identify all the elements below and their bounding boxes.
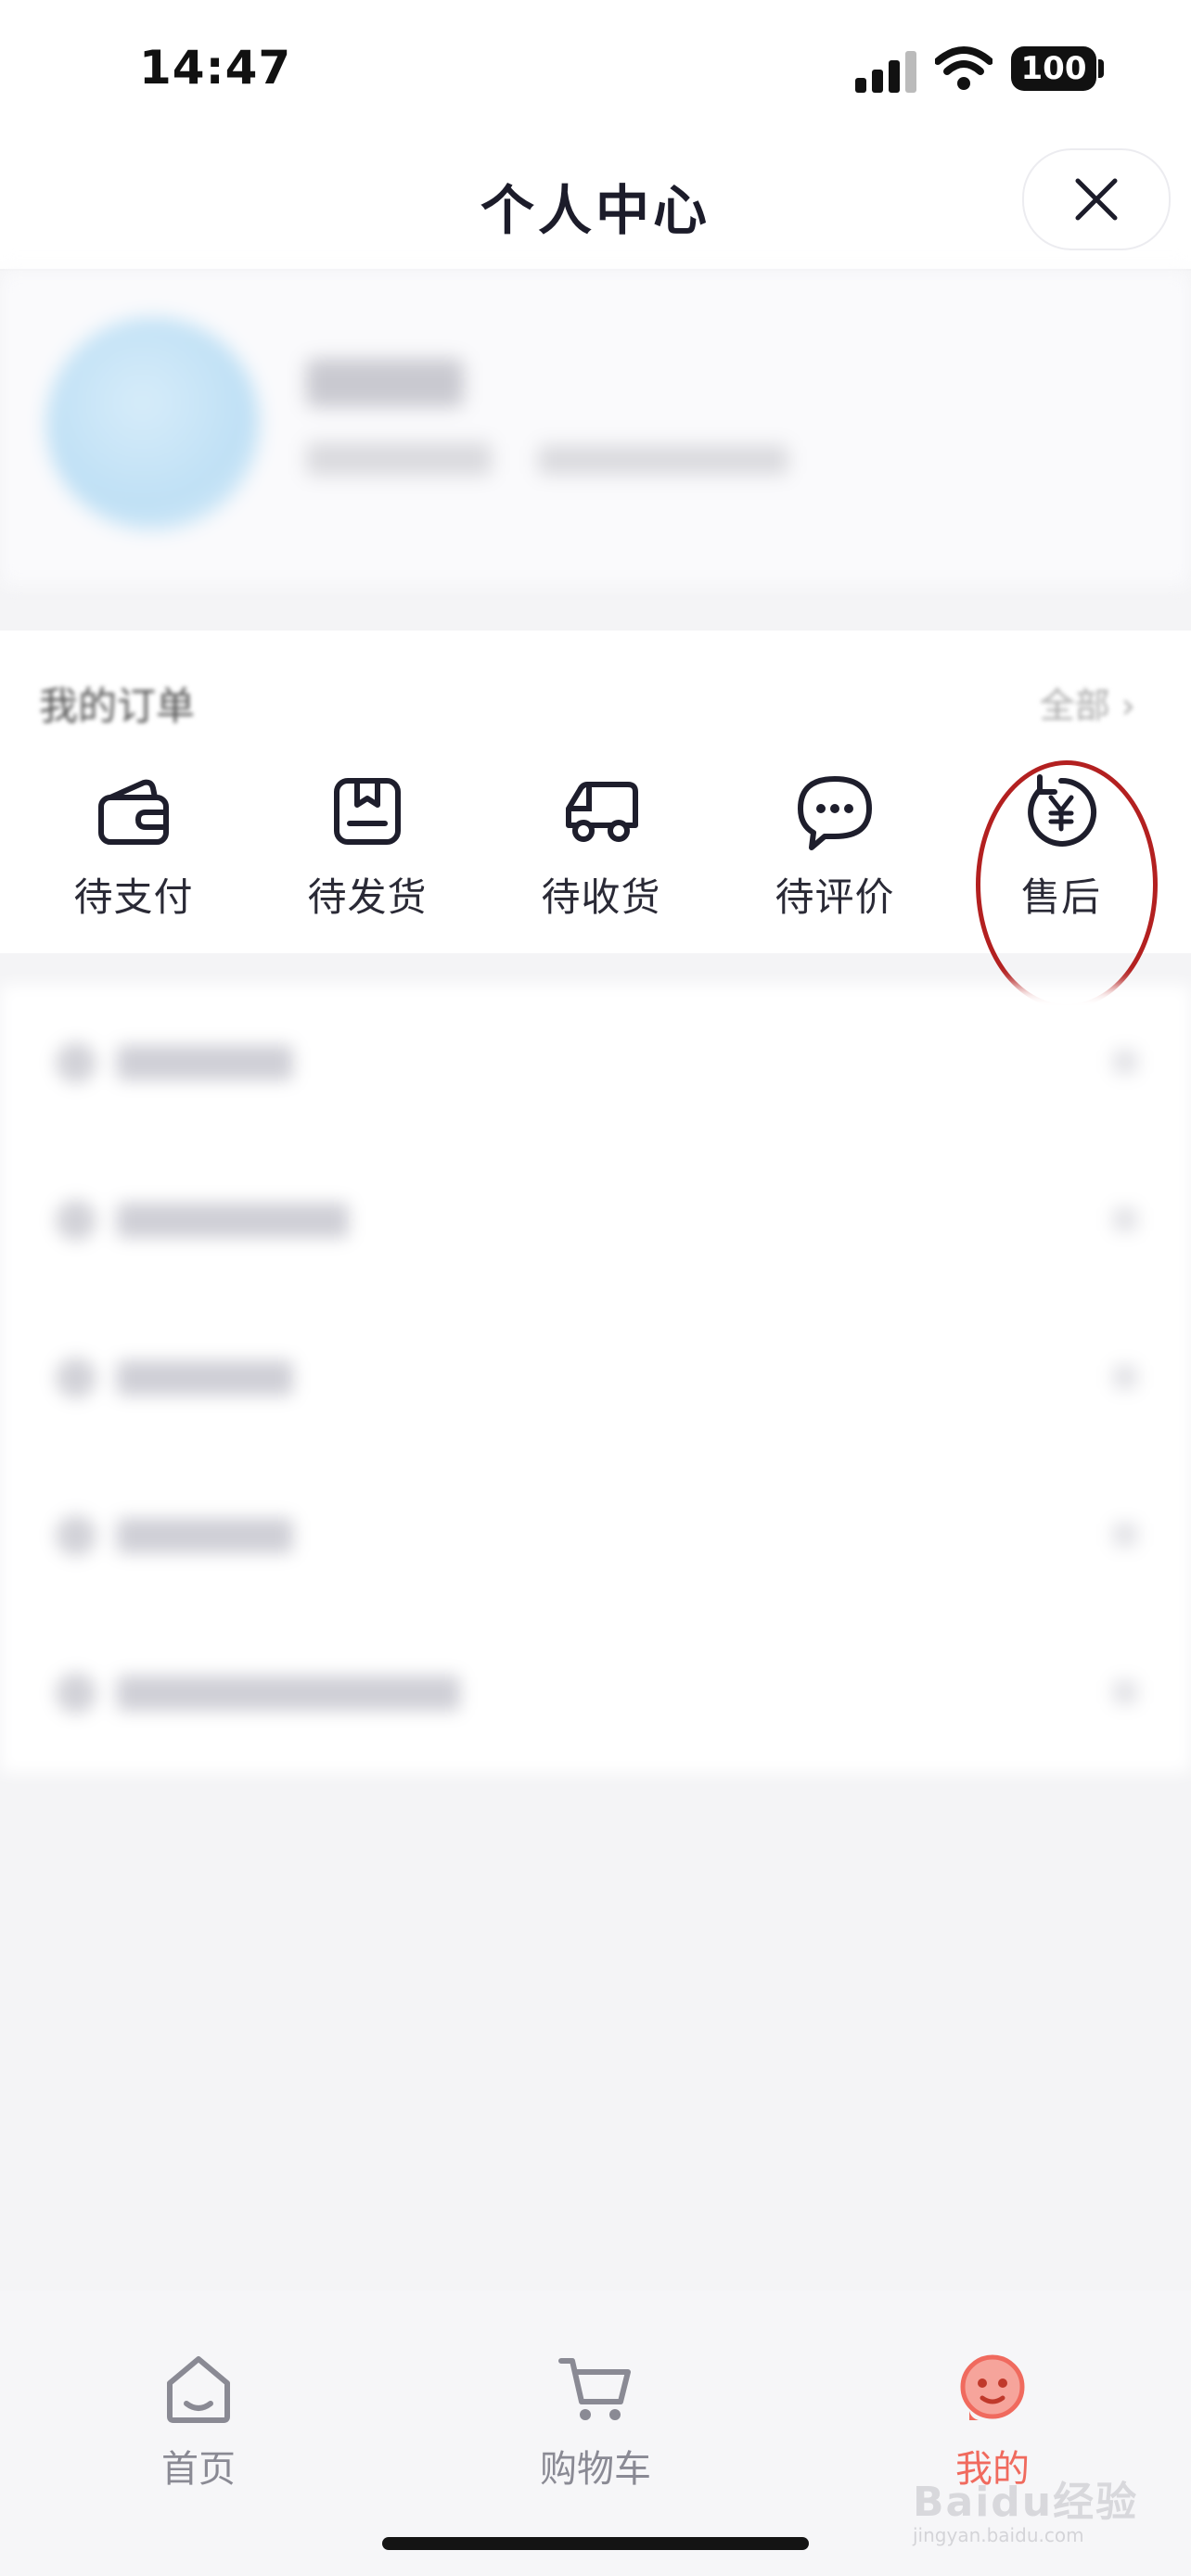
close-icon <box>1075 178 1118 221</box>
tab-cart[interactable]: 购物车 <box>493 2346 698 2493</box>
home-indicator[interactable] <box>382 2537 809 2550</box>
order-pending-review[interactable]: 待评价 <box>742 770 928 923</box>
home-icon <box>167 2356 230 2423</box>
status-bar: 14:47 100 <box>0 0 1191 139</box>
user-info-placeholder <box>306 442 492 476</box>
order-label: 待收货 <box>541 874 661 920</box>
annotation-circle <box>976 760 1158 1009</box>
watermark-logo: Baidu经验 <box>913 2479 1139 2526</box>
navigation-bar: 个人中心 <box>0 139 1191 271</box>
watermark-url: jingyan.baidu.com <box>913 2524 1084 2546</box>
orders-view-all-link[interactable]: 全部 › <box>1040 677 1135 728</box>
battery-indicator: 100 <box>1011 46 1096 91</box>
box-icon <box>334 778 401 845</box>
order-label: 待评价 <box>775 874 895 920</box>
close-button[interactable] <box>1022 148 1171 250</box>
truck-icon <box>566 782 638 842</box>
profile-card[interactable] <box>0 271 1191 586</box>
profile-face-icon <box>960 2354 1025 2420</box>
avatar[interactable] <box>46 317 260 530</box>
tab-label: 首页 <box>161 2448 236 2491</box>
order-label: 待支付 <box>73 874 194 920</box>
cart-icon <box>558 2358 631 2420</box>
menu-item[interactable] <box>56 1200 1137 1243</box>
tab-home[interactable]: 首页 <box>96 2346 301 2493</box>
order-pending-shipment[interactable]: 待发货 <box>275 770 460 923</box>
wifi-icon <box>935 46 992 90</box>
username-placeholder <box>306 359 464 407</box>
view-all-label: 全部 <box>1039 685 1110 726</box>
order-pending-receipt[interactable]: 待收货 <box>508 770 694 923</box>
service-menu-list <box>0 985 1191 1773</box>
status-time: 14:47 <box>139 41 292 95</box>
menu-item[interactable] <box>56 1515 1137 1558</box>
orders-title: 我的订单 <box>39 683 196 729</box>
menu-item[interactable] <box>56 1673 1137 1715</box>
cellular-signal-icon <box>855 51 916 93</box>
menu-item[interactable] <box>56 1042 1137 1085</box>
menu-item[interactable] <box>56 1358 1137 1400</box>
chat-bubble-icon <box>798 776 872 850</box>
order-label: 待发货 <box>307 874 428 920</box>
wallet-icon <box>98 779 169 845</box>
battery-cap <box>1098 59 1104 78</box>
page-title: 个人中心 <box>480 179 711 242</box>
tab-label: 购物车 <box>540 2448 651 2491</box>
user-id-placeholder <box>538 445 788 475</box>
order-pending-payment[interactable]: 待支付 <box>41 770 226 923</box>
